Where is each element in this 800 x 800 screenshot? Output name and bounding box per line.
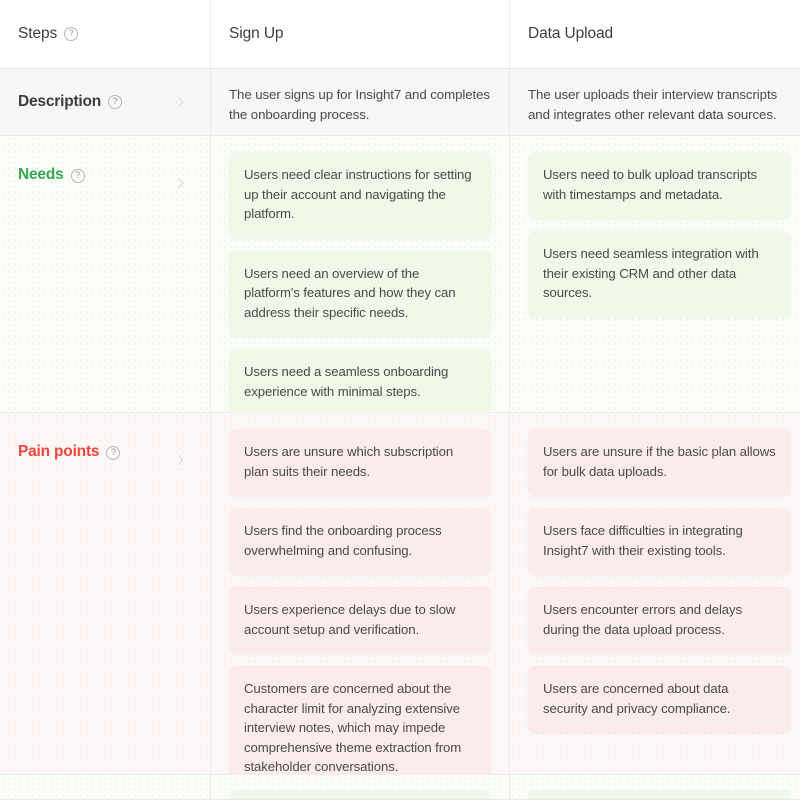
row-label-cell-next[interactable] [0,775,211,799]
help-circle-icon[interactable]: ? [106,446,121,460]
row-label-needs: Needs [18,166,64,183]
help-circle-icon[interactable]: ? [64,27,79,41]
table-row-description: Description ? The user signs up for Insi… [0,69,800,136]
need-card[interactable]: Users need clear instructions for settin… [229,152,491,239]
row-label-pain-points: Pain points [18,443,100,460]
pain-point-card[interactable]: Users are concerned about data security … [528,666,791,733]
pain-point-card[interactable]: Users are unsure if the basic plan allow… [528,429,791,496]
next-card[interactable] [229,790,491,799]
description-cell-data-upload: The user uploads their interview transcr… [510,69,800,135]
pain-point-card[interactable]: Customers are concerned about the charac… [229,666,491,792]
column-header-data-upload: Data Upload [528,25,614,42]
column-header-signup: Sign Up [229,25,284,42]
chevron-right-icon[interactable] [174,453,188,467]
need-card[interactable]: Users need an overview of the platform's… [229,250,491,337]
needs-cell-data-upload: Users need to bulk upload transcripts wi… [510,136,800,412]
row-label-cell-pain-points[interactable]: Pain points ? [0,413,211,774]
need-card[interactable]: Users need seamless integration with the… [528,231,791,318]
help-circle-icon[interactable]: ? [108,95,123,109]
pain-point-card[interactable]: Users are unsure which subscription plan… [229,429,491,496]
table-row-next-partial [0,775,800,800]
chevron-right-icon[interactable] [174,95,188,109]
chevron-right-icon[interactable] [174,176,188,190]
row-label-description: Description [18,93,102,110]
description-cell-signup: The user signs up for Insight7 and compl… [211,69,510,135]
customer-journey-grid: Steps ? Sign Up Data Upload Description … [0,0,800,800]
row-label-cell-needs[interactable]: Needs ? [0,136,211,412]
description-text: The user signs up for Insight7 and compl… [229,87,490,122]
next-card[interactable] [528,790,791,799]
table-row-pain-points: Pain points ? Users are unsure which sub… [0,413,800,792]
next-cell-data-upload [510,775,800,799]
help-circle-icon[interactable]: ? [70,169,85,183]
pain-points-cell-signup: Users are unsure which subscription plan… [211,413,510,792]
need-card[interactable]: Users need to bulk upload transcripts wi… [528,152,791,219]
pain-points-cell-data-upload: Users are unsure if the basic plan allow… [510,413,800,774]
description-text: The user uploads their interview transcr… [528,87,778,122]
pain-point-card[interactable]: Users experience delays due to slow acco… [229,587,491,654]
table-row-needs: Needs ? Users need clear instructions fo… [0,136,800,416]
column-header-label: Steps [18,25,58,42]
header-cell-data-upload[interactable]: Data Upload [510,0,800,68]
table-header-row: Steps ? Sign Up Data Upload [0,0,800,69]
needs-cell-signup: Users need clear instructions for settin… [211,136,510,416]
row-label-cell-description[interactable]: Description ? [0,69,211,135]
pain-point-card[interactable]: Users face difficulties in integrating I… [528,508,791,575]
pain-point-card[interactable]: Users encounter errors and delays during… [528,587,791,654]
header-cell-signup[interactable]: Sign Up [211,0,510,68]
header-cell-steps: Steps ? [0,0,211,68]
pain-point-card[interactable]: Users find the onboarding process overwh… [229,508,491,575]
need-card[interactable]: Users need a seamless onboarding experie… [229,349,491,416]
next-cell-signup [211,775,510,799]
